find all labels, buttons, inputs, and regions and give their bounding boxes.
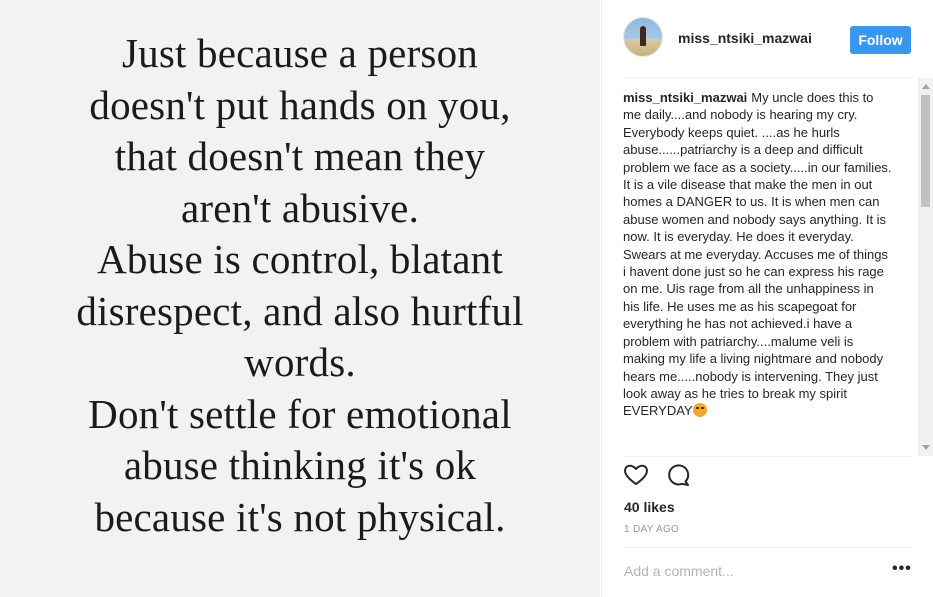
avatar[interactable] — [623, 17, 663, 57]
quote-line: aren't abusive. — [180, 184, 420, 231]
comment-bubble-icon[interactable] — [665, 462, 691, 488]
scroll-down-arrow-icon[interactable] — [922, 445, 930, 450]
likes-count[interactable]: 40 likes — [624, 499, 675, 515]
quote-line: abuse thinking it's ok — [123, 442, 477, 488]
quote-line: words. — [244, 339, 356, 385]
heart-icon[interactable] — [623, 462, 649, 488]
quote-line: doesn't put hands on you, — [89, 81, 511, 128]
header-divider — [623, 77, 913, 78]
quote-text: Just because a person doesn't put hands … — [0, 28, 600, 543]
more-options-icon[interactable]: ••• — [892, 561, 912, 578]
caption-divider — [623, 456, 913, 457]
post-image: Just because a person doesn't put hands … — [0, 0, 600, 597]
quote-line: that doesn't mean they — [114, 133, 486, 179]
quote-line: Don't settle for emotional — [88, 390, 512, 437]
caption-scrollbar[interactable] — [918, 78, 933, 456]
quote-line: Just because a person — [121, 30, 478, 76]
caption-container: miss_ntsiki_mazwai My uncle does this to … — [623, 89, 913, 455]
caption-text: My uncle does this to me daily....and no… — [623, 90, 892, 419]
comment-input[interactable] — [624, 560, 874, 582]
scroll-up-arrow-icon[interactable] — [922, 84, 930, 89]
post-header: miss_ntsiki_mazwai Follow — [602, 0, 933, 78]
comment-divider — [623, 547, 913, 548]
caption-username[interactable]: miss_ntsiki_mazwai — [623, 90, 747, 105]
post-sidebar: miss_ntsiki_mazwai Follow miss_ntsiki_ma… — [601, 0, 933, 597]
header-username[interactable]: miss_ntsiki_mazwai — [678, 30, 812, 46]
angry-face-icon — [692, 403, 707, 418]
quote-line: disrespect, and also hurtful — [76, 287, 524, 334]
scroll-thumb[interactable] — [921, 95, 930, 207]
quote-line: because it's not physical. — [94, 493, 506, 540]
quote-line: Abuse is control, blatant — [97, 236, 503, 282]
caption: miss_ntsiki_mazwai My uncle does this to … — [623, 89, 893, 420]
avatar-figure — [640, 26, 646, 46]
post-timestamp[interactable]: 1 DAY AGO — [624, 524, 679, 535]
follow-button[interactable]: Follow — [850, 26, 911, 54]
